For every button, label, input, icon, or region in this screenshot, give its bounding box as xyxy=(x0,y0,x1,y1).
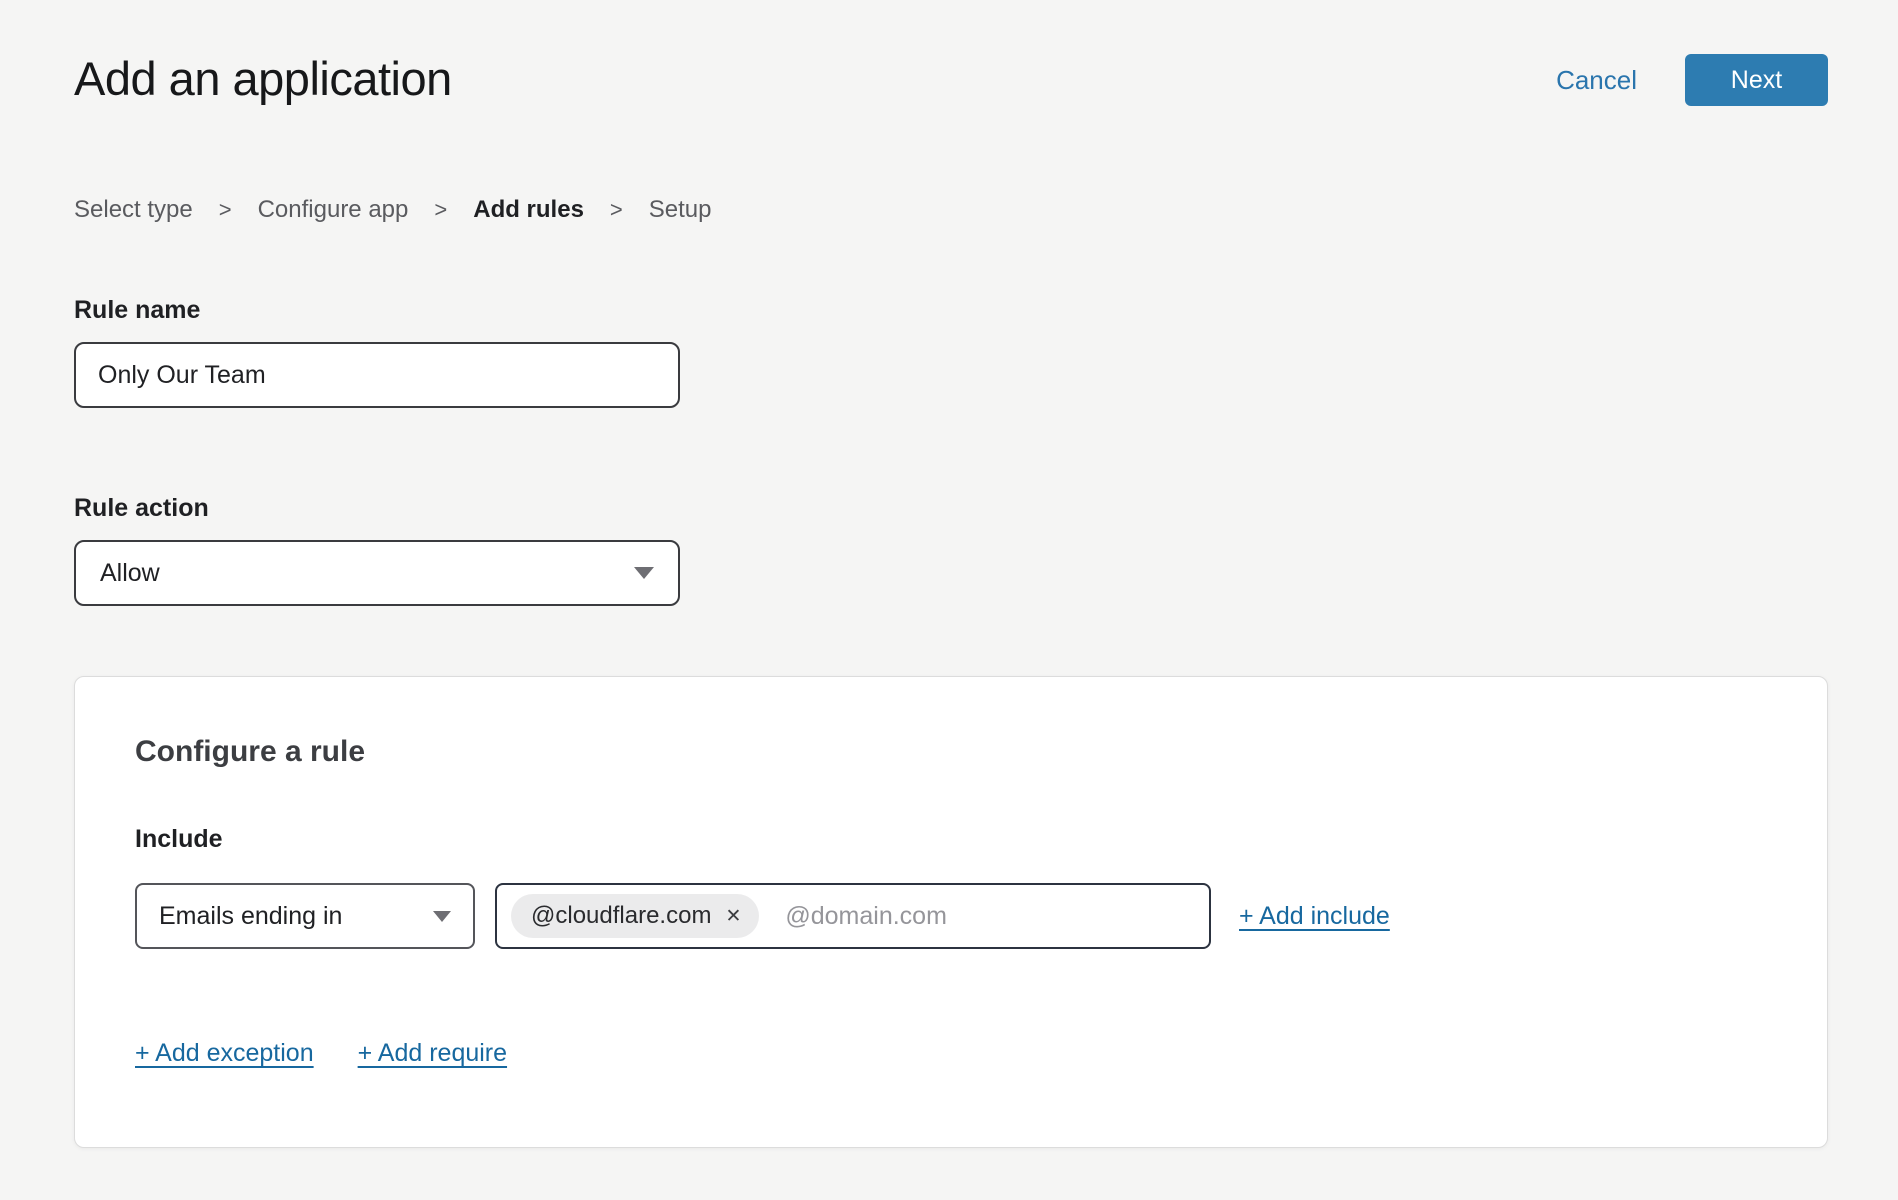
rule-form: Rule name Rule action Allow xyxy=(74,296,1898,606)
breadcrumb-separator: > xyxy=(434,197,447,223)
rule-action-select[interactable]: Allow xyxy=(74,540,680,606)
next-button[interactable]: Next xyxy=(1685,54,1828,106)
include-condition-select[interactable]: Emails ending in xyxy=(135,883,475,949)
chevron-down-icon xyxy=(433,911,451,922)
remove-chip-icon[interactable]: ✕ xyxy=(725,907,741,926)
breadcrumb-step-setup[interactable]: Setup xyxy=(649,196,712,224)
breadcrumb-step-add-rules[interactable]: Add rules xyxy=(473,196,584,224)
email-domain-placeholder: @domain.com xyxy=(785,902,947,931)
add-exception-link[interactable]: + Add exception xyxy=(135,1039,314,1068)
include-condition-selected-value: Emails ending in xyxy=(159,902,342,931)
add-application-page: Add an application Cancel Next Select ty… xyxy=(0,0,1898,1200)
breadcrumb-separator: > xyxy=(610,197,623,223)
rule-action-label: Rule action xyxy=(74,494,1898,522)
email-domain-chip-label: @cloudflare.com xyxy=(531,902,711,930)
add-include-link[interactable]: + Add include xyxy=(1239,902,1390,931)
rule-extra-links-row: + Add exception + Add require xyxy=(135,1039,1767,1068)
configure-rule-card: Configure a rule Include Emails ending i… xyxy=(74,676,1828,1148)
breadcrumb-step-configure-app[interactable]: Configure app xyxy=(258,196,409,224)
breadcrumb-separator: > xyxy=(219,197,232,223)
page-header: Add an application Cancel Next xyxy=(0,0,1898,108)
include-rule-row: Emails ending in @cloudflare.com ✕ @doma… xyxy=(135,883,1767,949)
breadcrumb-step-select-type[interactable]: Select type xyxy=(74,196,193,224)
configure-rule-title: Configure a rule xyxy=(135,735,1767,769)
rule-name-label: Rule name xyxy=(74,296,1898,324)
rule-action-selected-value: Allow xyxy=(100,559,160,588)
rule-name-input[interactable] xyxy=(74,342,680,408)
page-title: Add an application xyxy=(74,50,452,108)
add-require-link[interactable]: + Add require xyxy=(358,1039,507,1068)
cancel-button[interactable]: Cancel xyxy=(1556,65,1637,96)
breadcrumb: Select type > Configure app > Add rules … xyxy=(74,196,1898,224)
chevron-down-icon xyxy=(634,567,654,579)
include-label: Include xyxy=(135,825,1767,853)
header-actions: Cancel Next xyxy=(1556,54,1828,106)
email-domain-chip: @cloudflare.com ✕ xyxy=(511,894,759,938)
email-domain-tag-input[interactable]: @cloudflare.com ✕ @domain.com xyxy=(495,883,1211,949)
